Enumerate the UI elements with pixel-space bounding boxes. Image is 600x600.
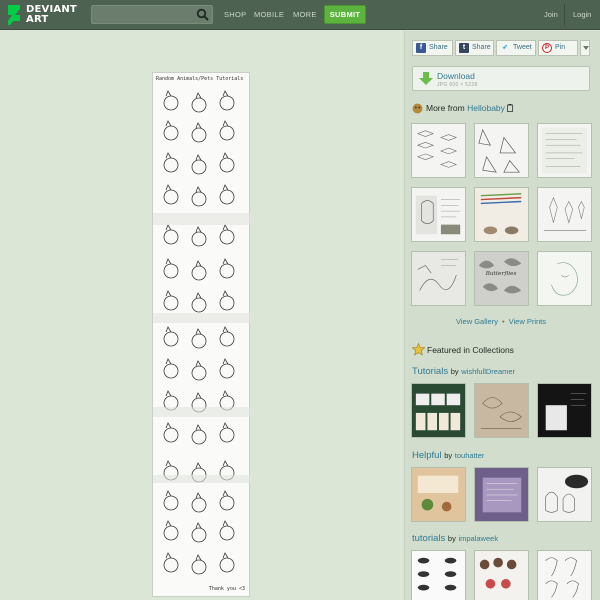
facebook-share-button[interactable]: f Share (412, 40, 453, 56)
search-icon[interactable] (196, 8, 209, 21)
more-from-thumb[interactable] (537, 187, 592, 242)
deviantart-logo[interactable]: DEVIANT ART (6, 4, 84, 26)
share-more-dropdown[interactable] (580, 40, 590, 56)
collection-thumb[interactable] (537, 550, 592, 600)
pinterest-share-button[interactable]: P Pin (538, 40, 578, 56)
tumblr-icon: t (459, 43, 469, 53)
download-button[interactable]: Download JPG 600 × 5228 (412, 66, 590, 91)
more-from-user-link[interactable]: Hellobaby (467, 103, 505, 113)
tumblr-share-button[interactable]: t Share (455, 40, 494, 56)
twitter-icon: ➶ (502, 44, 508, 51)
collection-heading: Helpful by touhatter (412, 450, 484, 461)
download-meta: JPG 600 × 5228 (437, 82, 478, 88)
twitter-share-button[interactable]: ➶ Tweet (496, 40, 536, 56)
pinterest-share-label: Pin (555, 44, 566, 51)
download-arrow-icon (419, 72, 433, 85)
search-input[interactable] (91, 5, 213, 24)
more-from-thumb[interactable]: Butterflies (474, 251, 529, 306)
pinterest-icon: P (542, 43, 552, 53)
collection-by: by (444, 451, 453, 460)
twitter-share-label: Tweet (513, 44, 532, 51)
nav-mobile[interactable]: MOBILE (254, 10, 284, 19)
links-separator: • (501, 317, 505, 326)
collection-heading: tutorials by impalaweek (412, 533, 498, 544)
collection-thumb[interactable] (411, 550, 466, 600)
more-from-thumb[interactable] (411, 123, 466, 178)
collection-thumb[interactable] (537, 467, 592, 522)
collection-by: by (450, 367, 459, 376)
header-divider (564, 4, 565, 26)
gallery-links: View Gallery • View Prints (456, 317, 546, 326)
nav-more[interactable]: MORE (293, 10, 317, 19)
collection-thumb[interactable] (474, 550, 529, 600)
more-from-thumb[interactable] (537, 251, 592, 306)
share-bar: f Share t Share ➶ Tweet P Pin (412, 40, 590, 56)
user-badge-icon (507, 104, 514, 112)
facebook-share-label: Share (429, 44, 448, 51)
featured-collections-heading: Featured in Collections (427, 345, 514, 355)
collection-owner-link[interactable]: touhatter (455, 451, 485, 460)
artwork-image[interactable]: Random Animals/Pets Tutorials Thank you … (152, 72, 251, 597)
facebook-icon: f (416, 43, 426, 53)
download-label: Download (437, 71, 475, 81)
user-avatar-icon (412, 103, 423, 114)
collection-thumb[interactable] (537, 383, 592, 438)
submit-button[interactable]: SUBMIT (324, 5, 366, 24)
more-from-thumb[interactable] (411, 187, 466, 242)
more-from-thumb[interactable] (474, 187, 529, 242)
star-icon (412, 343, 425, 356)
collection-by: by (447, 534, 456, 543)
collection-owner-link[interactable]: wishfullDreamer (461, 367, 515, 376)
more-from-thumb[interactable] (537, 123, 592, 178)
collection-heading: Tutorials by wishfullDreamer (412, 366, 515, 377)
collection-thumb[interactable] (474, 383, 529, 438)
more-from-heading: More from Hellobaby (426, 103, 514, 113)
collection-name-link[interactable]: tutorials (412, 533, 445, 544)
tumblr-share-label: Share (472, 44, 491, 51)
nav-shop[interactable]: SHOP (224, 10, 246, 19)
artwork-sketches (153, 90, 251, 575)
svg-text:Butterflies: Butterflies (485, 271, 517, 277)
login-link[interactable]: Login (573, 10, 591, 19)
artwork-signoff: Thank you <3 (208, 586, 245, 592)
collection-name-link[interactable]: Tutorials (412, 366, 448, 377)
collection-owner-link[interactable]: impalaweek (458, 534, 498, 543)
more-from-thumb[interactable] (411, 251, 466, 306)
more-from-thumb[interactable] (474, 123, 529, 178)
top-bar: DEVIANT ART SHOP MOBILE MORE SUBMIT Join… (0, 0, 600, 30)
deviantart-logo-icon (8, 5, 20, 25)
view-prints-link[interactable]: View Prints (509, 317, 546, 326)
collection-thumb[interactable] (411, 467, 466, 522)
view-gallery-link[interactable]: View Gallery (456, 317, 498, 326)
artwork-title-handwritten: Random Animals/Pets Tutorials (156, 76, 244, 82)
logo-text-line2: ART (26, 14, 49, 25)
collection-thumb[interactable] (411, 383, 466, 438)
collection-thumb[interactable] (474, 467, 529, 522)
more-from-prefix: More from (426, 103, 465, 113)
join-link[interactable]: Join (544, 10, 558, 19)
chevron-down-icon (583, 46, 589, 50)
collection-name-link[interactable]: Helpful (412, 450, 442, 461)
